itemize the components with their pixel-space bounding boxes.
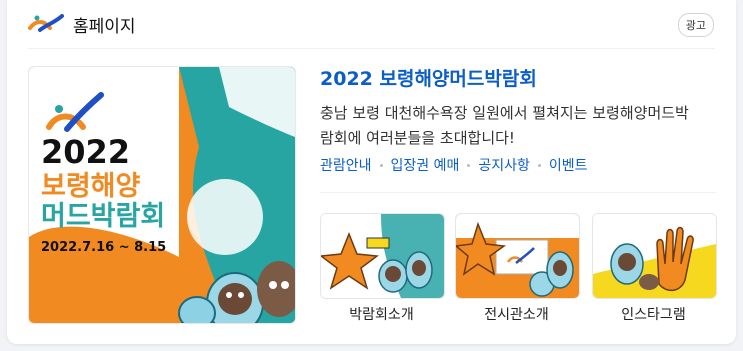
result-title[interactable]: 2022 보령해양머드박람회	[320, 64, 537, 91]
pavilion-intro-image	[456, 214, 579, 298]
site-logo-icon	[28, 14, 64, 32]
tile-label-pavilion-intro[interactable]: 전시관소개	[454, 304, 579, 324]
separator-dot	[467, 163, 471, 167]
poster-dates: 2022.7.16 ~ 8.15	[41, 240, 166, 255]
sitelink-events[interactable]: 이벤트	[549, 155, 588, 175]
festival-poster-image: 2022 보령해양 머드박람회 2022.7.16 ~ 8.15	[29, 67, 295, 323]
site-name[interactable]: 홈페이지	[73, 12, 136, 37]
sitelink-tickets[interactable]: 입장권 예매	[391, 155, 460, 175]
poster-line1: 보령해양	[41, 171, 141, 202]
tile-pavilion-intro[interactable]	[455, 213, 580, 299]
sitelink-notices[interactable]: 공지사항	[478, 155, 530, 175]
poster-line2: 머드박람회	[41, 201, 165, 232]
result-description: 충남 보령 대천해수욕장 일원에서 펼쳐지는 보령해양머드박람회에 여러분들을 …	[320, 104, 689, 147]
poster-year: 2022	[41, 133, 130, 171]
ad-badge: 광고	[677, 13, 714, 37]
main-thumbnail[interactable]: 2022 보령해양 머드박람회 2022.7.16 ~ 8.15	[28, 66, 296, 324]
search-result-card: 홈페이지 광고 2022 보령해양 머드박람회 2022.7.16 ~ 8.15	[7, 0, 736, 344]
sitelink-guide[interactable]: 관람안내	[320, 155, 372, 175]
divider	[28, 48, 715, 49]
result-header[interactable]: 홈페이지	[28, 10, 136, 38]
tile-expo-intro[interactable]	[320, 213, 445, 299]
separator-dot	[537, 163, 541, 167]
tile-instagram[interactable]	[592, 213, 717, 299]
separator-dot	[379, 163, 383, 167]
sitelinks: 관람안내 입장권 예매 공지사항 이벤트	[320, 155, 588, 175]
expo-intro-image	[321, 214, 444, 298]
instagram-image	[593, 214, 716, 298]
divider	[320, 192, 716, 193]
tile-label-expo-intro[interactable]: 박람회소개	[319, 304, 444, 324]
tile-label-instagram[interactable]: 인스타그램	[591, 304, 716, 324]
